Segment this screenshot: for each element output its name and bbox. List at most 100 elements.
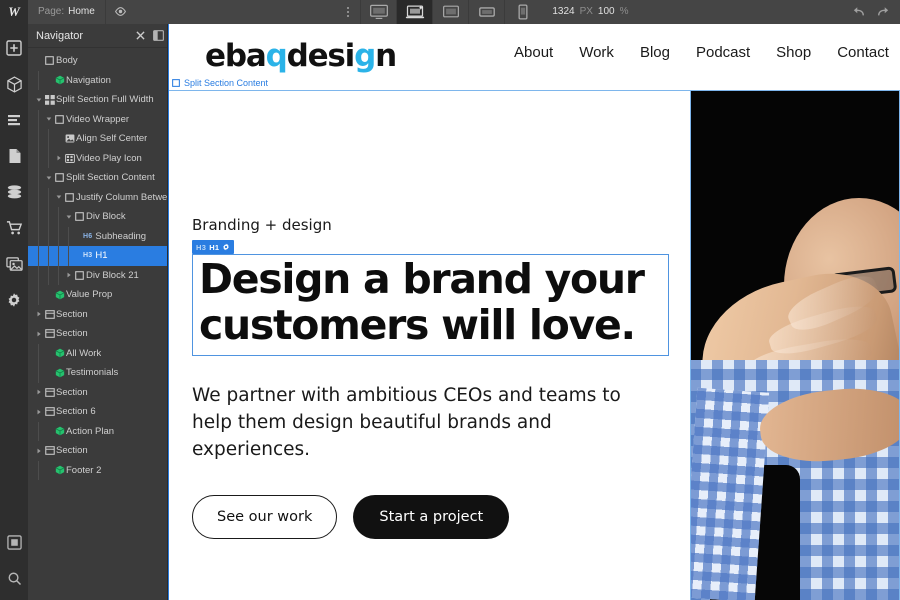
assets-button[interactable] [0,246,28,282]
paintbrush-lines-icon [6,112,22,128]
hero-paragraph[interactable]: We partner with ambitious CEOs and teams… [192,382,662,463]
navigator-item-body[interactable]: Body [28,51,167,71]
cms-collections-button[interactable] [0,174,28,210]
more-options-icon [347,10,350,13]
video-tutorials-button[interactable] [0,524,28,560]
navigator-item-video-play-icon[interactable]: Video Play Icon [28,148,167,168]
page-selector[interactable]: Page: Home [28,0,105,24]
navigator-item-label: Split Section Full Width [56,94,154,106]
viewport-zoom-indicator[interactable]: 1324 PX 100 % [540,0,641,24]
panel-collapse-icon[interactable] [149,24,167,48]
photo-left-outline [690,90,691,600]
chevron-down-icon[interactable] [44,175,53,181]
pages-button[interactable] [0,138,28,174]
section-icon [43,407,56,417]
navigator-item-navigation[interactable]: Navigation [28,70,167,90]
chevron-right-icon[interactable] [34,331,43,337]
hero-section: Branding + design H3 H1 Design a brand y… [169,90,690,600]
tree-guide-line [58,246,59,266]
chevron-right-icon[interactable] [34,311,43,317]
navigator-item-footer-2[interactable]: Footer 2 [28,460,167,480]
ecommerce-button[interactable] [0,210,28,246]
navigator-item-label: Body [56,55,78,67]
chevron-down-icon[interactable] [34,97,43,103]
navigator-item-action-plan[interactable]: Action Plan [28,421,167,441]
body-square-icon [43,56,56,66]
components-button[interactable] [0,66,28,102]
chevron-down-icon[interactable] [64,214,73,220]
chevron-right-icon[interactable] [54,155,63,161]
navigator-item-section-6[interactable]: Section 6 [28,402,167,422]
navigator-item-split-section-content[interactable]: Split Section Content [28,168,167,188]
navigator-item-justify-column-betwe[interactable]: Justify Column Betwe [28,187,167,207]
selected-element-badge[interactable]: H3 H1 [192,240,235,254]
device-breakpoint-switcher [360,0,541,24]
navigator-item-value-prop[interactable]: Value Prop [28,285,167,305]
navigator-item-video-wrapper[interactable]: Video Wrapper [28,109,167,129]
chevron-right-icon[interactable] [34,409,43,415]
hero-heading-selection[interactable]: Design a brand your customers will love. [192,254,669,356]
preview-toggle-button[interactable] [104,0,135,24]
tree-guide-line [48,246,49,266]
nav-link-shop[interactable]: Shop [776,44,811,61]
see-our-work-button[interactable]: See our work [192,494,338,539]
navigator-item-label: Section [56,328,88,340]
undo-arrow-icon[interactable] [852,6,866,18]
navigator-item-div-block-21[interactable]: Div Block 21 [28,265,167,285]
navigator-item-section[interactable]: Section [28,324,167,344]
gear-icon[interactable] [222,243,230,251]
tree-guide-line [38,421,39,441]
navigator-item-label: Footer 2 [66,464,102,476]
navigator-item-align-self-center[interactable]: Align Self Center [28,129,167,149]
navigator-item-subheading[interactable]: H6 Subheading [28,226,167,246]
navigator-item-label: Split Section Content [66,172,155,184]
webflow-logo[interactable]: W [0,0,28,24]
device-tablet-portrait-button[interactable] [468,0,505,24]
nav-link-about[interactable]: About [514,44,553,61]
navigator-item-section[interactable]: Section [28,441,167,461]
page-label: Page: [38,6,65,17]
navigator-item-all-work[interactable]: All Work [28,343,167,363]
start-a-project-button[interactable]: Start a project [353,494,510,539]
section-icon [43,446,56,456]
device-desktop-button[interactable] [360,0,397,24]
navigator-item-label: Testimonials [66,367,119,379]
component-icon [53,348,66,358]
settings-button[interactable] [0,282,28,318]
chevron-down-icon[interactable] [44,116,53,122]
navigator-item-testimonials[interactable]: Testimonials [28,363,167,383]
navigator-item-div-block[interactable]: Div Block [28,207,167,227]
search-button[interactable] [0,560,28,596]
navigator-item-h1[interactable]: H3 H1 [28,246,167,266]
chevron-right-icon[interactable] [64,272,73,278]
tree-guide-line [38,187,39,207]
close-x-icon[interactable] [131,24,149,48]
nav-link-contact[interactable]: Contact [837,44,889,61]
chevron-down-icon[interactable] [54,194,63,200]
zoom-value: 100 [597,6,615,17]
navigator-item-section[interactable]: Section [28,383,167,403]
device-laptop-button[interactable] [396,0,433,24]
navigator-tree: Body Navigation Split Section Full Width Vi… [28,48,167,480]
div-square-icon [73,270,86,280]
device-tablet-landscape-button[interactable] [432,0,469,24]
nav-link-work[interactable]: Work [579,44,614,61]
chevron-right-icon[interactable] [34,448,43,454]
nav-link-blog[interactable]: Blog [640,44,670,61]
style-manager-button[interactable] [0,102,28,138]
hero-subheading[interactable]: Branding + design [192,216,690,234]
hero-photo[interactable] [690,90,900,600]
selection-tag-primary: H1 [209,242,220,252]
chevron-right-icon[interactable] [34,389,43,395]
add-elements-button[interactable] [0,30,28,66]
redo-arrow-icon[interactable] [876,6,890,18]
tree-guide-line [38,168,39,188]
navigator-item-split-section-full-width[interactable]: Split Section Full Width [28,90,167,110]
site-logo[interactable]: ebaqdesign [205,38,397,74]
navigator-item-section[interactable]: Section [28,305,167,325]
more-options-button[interactable] [336,0,361,24]
device-mobile-button[interactable] [504,0,541,24]
tablet-portrait-icon [478,5,496,19]
nav-link-podcast[interactable]: Podcast [696,44,750,61]
navigator-item-label: Subheading [95,230,147,242]
